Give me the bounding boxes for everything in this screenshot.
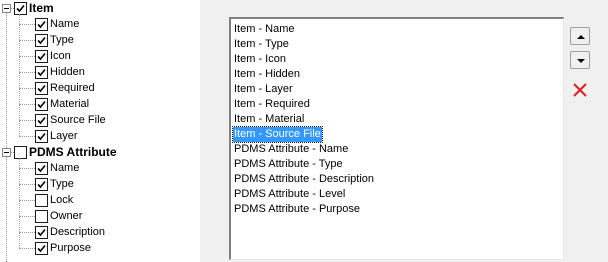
tree-connector <box>19 136 35 137</box>
tree-connector <box>19 24 35 25</box>
group-checkbox[interactable] <box>14 146 27 159</box>
selected-fields-list[interactable]: Item - Name Item - Type Item - Icon Item - … <box>229 17 564 260</box>
field-label[interactable]: Icon <box>50 49 71 63</box>
field-checkbox[interactable] <box>35 18 48 31</box>
move-up-button[interactable] <box>570 27 590 45</box>
list-item[interactable]: Item - Icon <box>233 52 287 67</box>
field-label[interactable]: Type <box>50 177 74 191</box>
field-checkbox[interactable] <box>35 98 48 111</box>
group-label[interactable]: PDMS Attribute <box>29 145 117 159</box>
list-item[interactable]: Item - Material <box>233 112 305 127</box>
group-label[interactable]: Item <box>29 1 54 15</box>
tree-connector <box>19 168 35 169</box>
tree-connector <box>19 248 35 249</box>
tree-connector <box>19 232 35 233</box>
tree-connector <box>19 184 35 185</box>
collapse-toggle[interactable] <box>2 148 11 157</box>
field-label[interactable]: Material <box>50 97 89 111</box>
field-label[interactable]: Required <box>50 81 95 95</box>
arrow-down-icon <box>577 59 585 63</box>
tree-children-connector <box>19 158 20 248</box>
tree-children-connector <box>19 14 20 136</box>
list-item[interactable]: PDMS Attribute - Purpose <box>233 202 361 217</box>
group-checkbox[interactable] <box>14 2 27 15</box>
tree-root-connector <box>6 9 7 262</box>
tree-connector <box>19 200 35 201</box>
collapse-toggle[interactable] <box>2 4 11 13</box>
tree-connector <box>19 88 35 89</box>
field-checkbox[interactable] <box>35 50 48 63</box>
field-checkbox[interactable] <box>35 114 48 127</box>
field-label[interactable]: Layer <box>50 129 78 143</box>
move-down-button[interactable] <box>570 51 590 69</box>
field-checkbox[interactable] <box>35 194 48 207</box>
field-checkbox[interactable] <box>35 178 48 191</box>
field-label[interactable]: Name <box>50 161 79 175</box>
field-label[interactable]: Name <box>50 17 79 31</box>
field-checkbox[interactable] <box>35 130 48 143</box>
list-item[interactable]: Item - Required <box>233 97 311 112</box>
list-item-selected[interactable]: Item - Source File <box>232 126 323 143</box>
red-x-icon <box>573 83 587 97</box>
remove-button[interactable] <box>570 81 590 99</box>
field-checkbox[interactable] <box>35 162 48 175</box>
tree-connector <box>19 56 35 57</box>
field-label[interactable]: Hidden <box>50 65 85 79</box>
field-checkbox[interactable] <box>35 66 48 79</box>
tree-connector <box>19 216 35 217</box>
list-item[interactable]: PDMS Attribute - Type <box>233 157 344 172</box>
tree-connector <box>19 120 35 121</box>
tree-connector <box>19 40 35 41</box>
tree-connector <box>19 72 35 73</box>
list-item[interactable]: PDMS Attribute - Level <box>233 187 346 202</box>
list-item[interactable]: PDMS Attribute - Description <box>233 172 375 187</box>
field-tree[interactable]: Item Name Type Icon Hidden Required Material So… <box>0 0 200 262</box>
field-checkbox[interactable] <box>35 226 48 239</box>
field-label[interactable]: Description <box>50 225 105 239</box>
list-item[interactable]: Item - Hidden <box>233 67 301 82</box>
tree-connector <box>19 104 35 105</box>
field-checkbox[interactable] <box>35 34 48 47</box>
field-label[interactable]: Type <box>50 33 74 47</box>
field-label[interactable]: Lock <box>50 193 73 207</box>
list-item[interactable]: Item - Name <box>233 22 296 37</box>
field-label[interactable]: Purpose <box>50 241 91 255</box>
list-item[interactable]: PDMS Attribute - Name <box>233 142 349 157</box>
field-label[interactable]: Owner <box>50 209 82 223</box>
field-checkbox[interactable] <box>35 210 48 223</box>
field-checkbox[interactable] <box>35 82 48 95</box>
list-item[interactable]: Item - Layer <box>233 82 294 97</box>
field-checkbox[interactable] <box>35 242 48 255</box>
list-item[interactable]: Item - Type <box>233 37 290 52</box>
field-label[interactable]: Source File <box>50 113 106 127</box>
arrow-up-icon <box>577 35 585 39</box>
